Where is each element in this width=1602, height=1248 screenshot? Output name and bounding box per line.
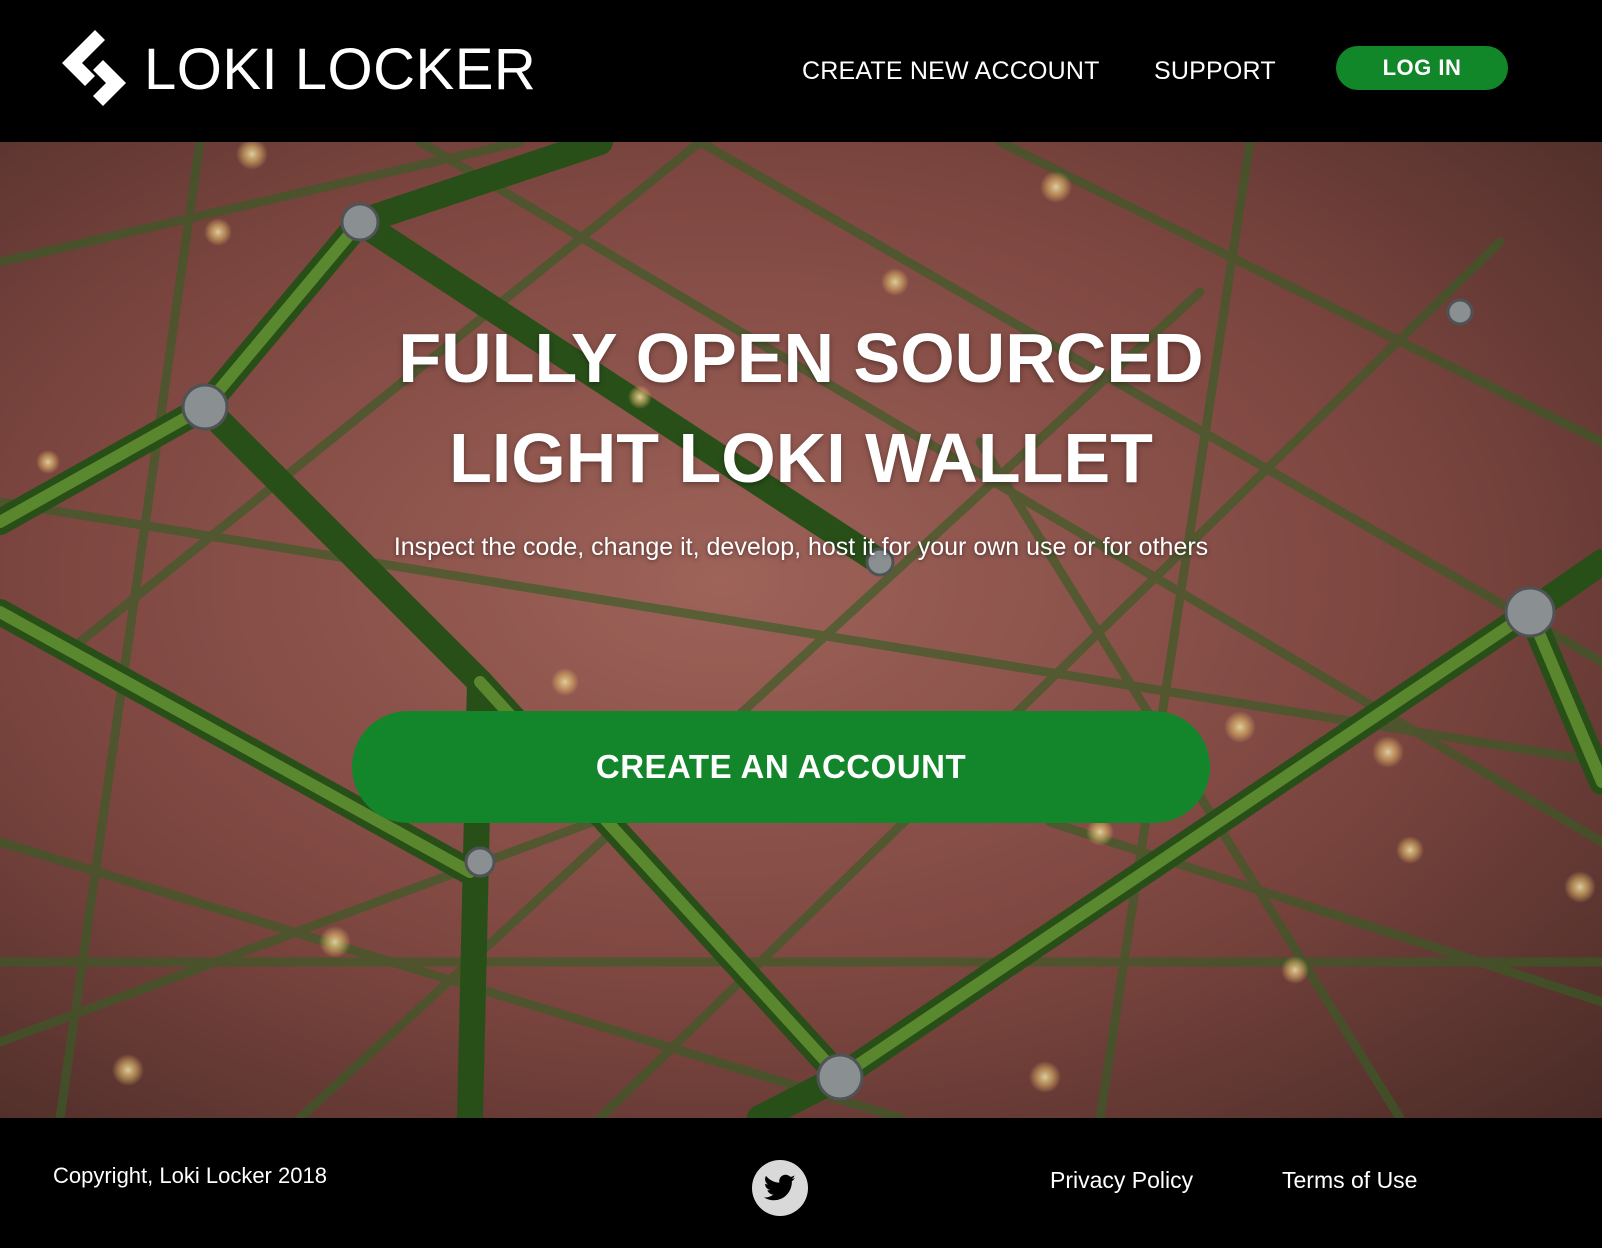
hero-title-line-2: LIGHT LOKI WALLET [449, 419, 1153, 497]
twitter-icon [764, 1174, 796, 1201]
logo-text: LOKI LOCKER [144, 37, 537, 102]
login-button[interactable]: LOG IN [1336, 46, 1508, 90]
landing-page: LOKI LOCKER CREATE NEW ACCOUNT SUPPORT L… [0, 0, 1602, 1248]
terms-of-use-link[interactable]: Terms of Use [1282, 1166, 1417, 1194]
copyright-text: Copyright, Loki Locker 2018 [53, 1163, 327, 1188]
loki-logo-icon [62, 30, 126, 106]
privacy-policy-link[interactable]: Privacy Policy [1050, 1166, 1193, 1194]
hero-overlay [0, 142, 1602, 1118]
nav-create-new-account[interactable]: CREATE NEW ACCOUNT [802, 56, 1100, 86]
site-header: LOKI LOCKER CREATE NEW ACCOUNT SUPPORT L… [0, 0, 1602, 142]
twitter-link[interactable] [752, 1160, 808, 1216]
logo-link[interactable]: LOKI LOCKER [62, 30, 536, 110]
nav-support[interactable]: SUPPORT [1154, 56, 1276, 86]
hero-subtitle: Inspect the code, change it, develop, ho… [393, 533, 1209, 561]
hero-title-line-1: FULLY OPEN SOURCED [398, 319, 1204, 397]
create-account-button[interactable]: CREATE AN ACCOUNT [352, 711, 1210, 823]
hero-section: FULLY OPEN SOURCED LIGHT LOKI WALLET Ins… [0, 142, 1602, 1118]
site-footer: Copyright, Loki Locker 2018 Privacy Poli… [0, 1118, 1602, 1248]
hero-title: FULLY OPEN SOURCED LIGHT LOKI WALLET [0, 308, 1602, 508]
